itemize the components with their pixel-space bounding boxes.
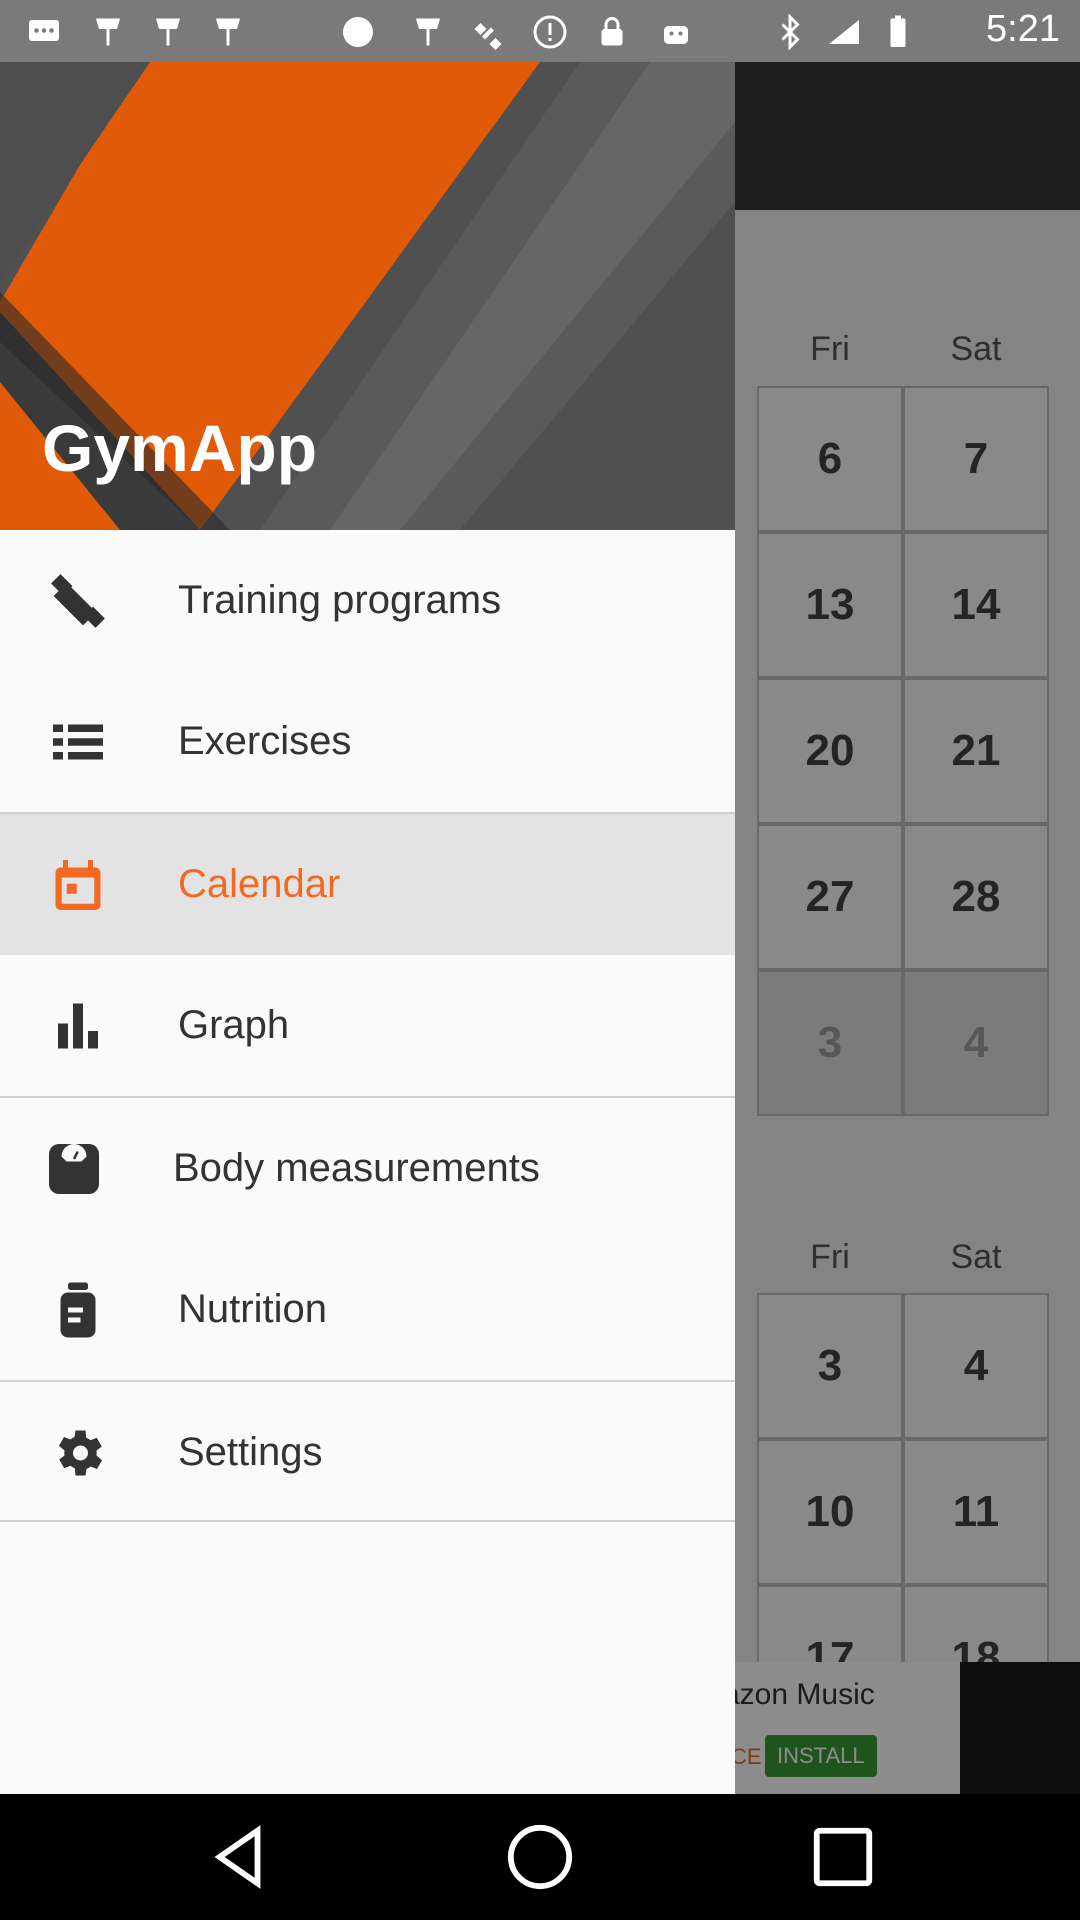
circle-icon	[343, 17, 373, 47]
fan-icon	[96, 18, 120, 46]
bar-chart-icon	[58, 1003, 98, 1048]
bluetooth-icon	[781, 14, 800, 50]
gear-icon	[59, 1430, 103, 1475]
message-icon	[29, 20, 59, 41]
menu-item-settings[interactable]: Settings	[0, 1382, 735, 1523]
menu-label: Calendar	[178, 862, 341, 906]
menu-item-exercises[interactable]: Exercises	[0, 671, 735, 812]
lock-icon	[601, 17, 623, 46]
status-bar: 5:21	[0, 0, 1080, 62]
scale-icon	[49, 1143, 99, 1194]
app-title: GymApp	[42, 411, 318, 485]
menu-label: Body measurements	[173, 1146, 540, 1190]
menu-item-body-measurements[interactable]: Body measurements	[0, 1098, 735, 1239]
menu-label: Graph	[178, 1003, 290, 1047]
back-icon[interactable]	[205, 1822, 275, 1892]
status-time: 5:21	[986, 8, 1060, 50]
menu-label: Nutrition	[178, 1287, 327, 1331]
menu-label: Settings	[178, 1430, 323, 1474]
wifi-icon	[829, 20, 859, 44]
calendar-icon	[55, 859, 101, 910]
info-icon	[533, 15, 567, 49]
battery-icon	[890, 15, 906, 47]
recents-icon[interactable]	[808, 1822, 878, 1892]
menu-label: Exercises	[178, 719, 352, 763]
android-icon	[664, 26, 688, 44]
home-icon[interactable]	[505, 1822, 575, 1892]
fan-icon	[156, 18, 180, 46]
menu-item-training-programs[interactable]: Training programs	[0, 530, 735, 671]
menu-item-nutrition[interactable]: Nutrition	[0, 1239, 735, 1380]
menu-item-calendar[interactable]: Calendar	[0, 814, 735, 955]
menu-label: Training programs	[178, 578, 502, 622]
divider	[0, 1520, 735, 1522]
menu-item-graph[interactable]: Graph	[0, 955, 735, 1096]
jar-icon	[60, 1282, 96, 1337]
drawer-header: GymApp	[0, 62, 735, 530]
system-nav-bar	[0, 1794, 1080, 1920]
fan-icon	[416, 18, 440, 46]
satellite-icon	[474, 23, 502, 50]
list-icon	[53, 724, 103, 759]
nav-drawer: GymApp Training programs Exercises Calen…	[0, 62, 735, 1794]
fan-icon	[216, 18, 240, 46]
dumbbell-icon	[51, 573, 105, 628]
